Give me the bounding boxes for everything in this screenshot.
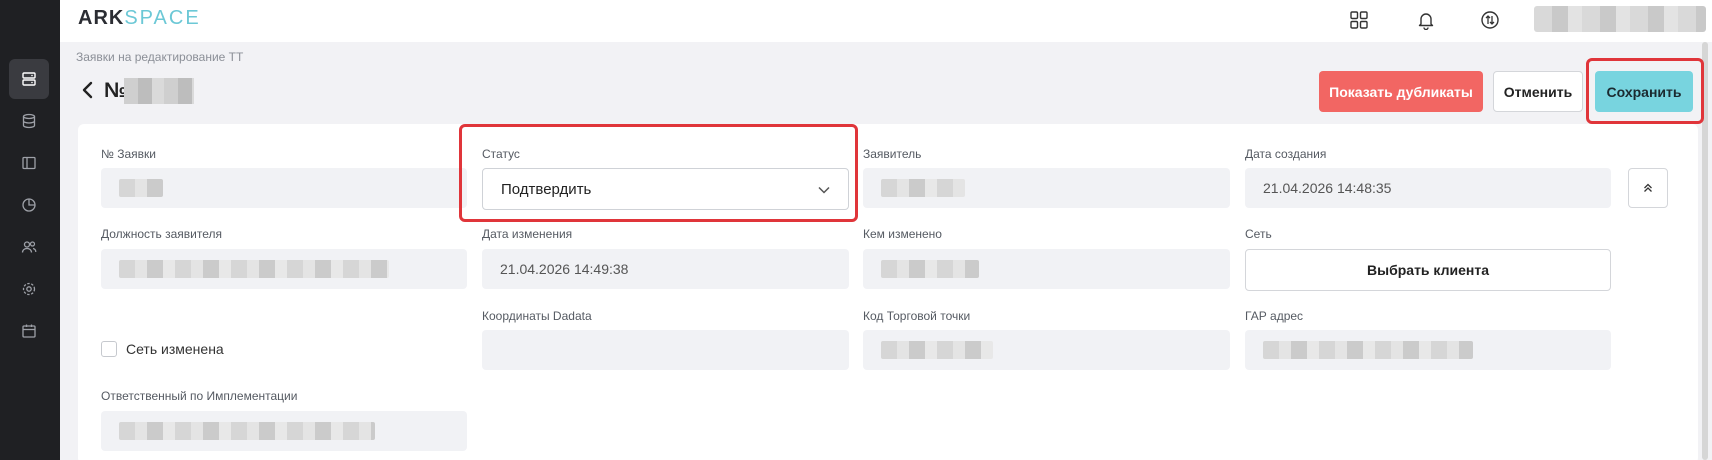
app-logo[interactable]: ARKSPACE (78, 7, 201, 30)
left-sidebar (0, 0, 60, 460)
breadcrumb[interactable]: Заявки на редактирование ТТ (76, 50, 243, 64)
users-icon (21, 241, 37, 253)
outlet-code-field (863, 330, 1230, 370)
bell-icon (1418, 13, 1434, 30)
layout-icon (22, 156, 36, 170)
created-date-label: Дата создания (1245, 147, 1327, 161)
chevrons-up-icon (1644, 183, 1652, 192)
top-header: ARKSPACE (60, 0, 1712, 42)
save-button[interactable]: Сохранить (1595, 71, 1693, 112)
sidebar-item-reports[interactable] (9, 185, 49, 225)
notifications-button[interactable] (1412, 6, 1440, 34)
changed-by-field (863, 249, 1230, 289)
changed-date-field: 21.04.2026 14:49:38 (482, 249, 849, 289)
gar-address-field (1245, 330, 1611, 370)
sidebar-item-database[interactable] (9, 101, 49, 141)
sidebar-item-requests[interactable] (9, 59, 49, 99)
changed-by-label: Кем изменено (863, 227, 942, 241)
request-number-redacted (124, 78, 194, 104)
network-changed-checkbox[interactable] (101, 341, 117, 357)
user-profile[interactable] (1534, 6, 1706, 32)
back-arrow-icon[interactable] (80, 80, 96, 100)
outlet-code-label: Код Торговой точки (863, 309, 971, 323)
sidebar-item-settings[interactable] (9, 269, 49, 309)
settings-icon (22, 282, 36, 296)
changed-date-label: Дата изменения (482, 227, 573, 241)
cancel-button[interactable]: Отменить (1493, 71, 1583, 112)
switch-button[interactable] (1476, 6, 1504, 34)
sidebar-item-calendar[interactable] (9, 311, 49, 351)
pie-chart-icon (22, 198, 36, 212)
grid-icon (1350, 11, 1368, 29)
network-changed-label: Сеть изменена (126, 341, 224, 357)
applicant-label: Заявитель (863, 147, 922, 161)
dadata-field[interactable] (482, 330, 849, 370)
calendar-icon (22, 324, 36, 338)
network-label: Сеть (1245, 227, 1272, 241)
logo-space: SPACE (124, 7, 201, 29)
exchange-icon (1481, 11, 1499, 29)
dadata-label: Координаты Dadata (482, 309, 592, 323)
show-duplicates-button[interactable]: Показать дубликаты (1319, 71, 1483, 112)
collapse-button[interactable] (1628, 168, 1668, 208)
sidebar-item-layout[interactable] (9, 143, 49, 183)
apps-grid-button[interactable] (1345, 6, 1373, 34)
status-select[interactable]: Подтвердить (482, 168, 849, 210)
request-no-field (101, 168, 467, 208)
request-no-label: № Заявки (101, 147, 156, 161)
created-date-field: 21.04.2026 14:48:35 (1245, 168, 1611, 208)
status-label: Статус (482, 147, 520, 161)
logo-ark: ARK (78, 7, 125, 29)
implementation-field (101, 411, 467, 451)
sidebar-item-users[interactable] (9, 227, 49, 267)
database-icon (22, 113, 36, 129)
choose-client-button[interactable]: Выбрать клиента (1245, 249, 1611, 291)
position-field (101, 249, 467, 289)
status-value: Подтвердить (501, 180, 592, 198)
gar-address-label: ГАР адрес (1245, 309, 1304, 323)
page-scrollbar[interactable] (1702, 42, 1708, 460)
chevron-down-icon (818, 186, 830, 194)
position-label: Должность заявителя (101, 227, 222, 241)
server-icon (22, 72, 36, 86)
implementation-label: Ответственный по Имплементации (101, 389, 298, 403)
applicant-field (863, 168, 1230, 208)
